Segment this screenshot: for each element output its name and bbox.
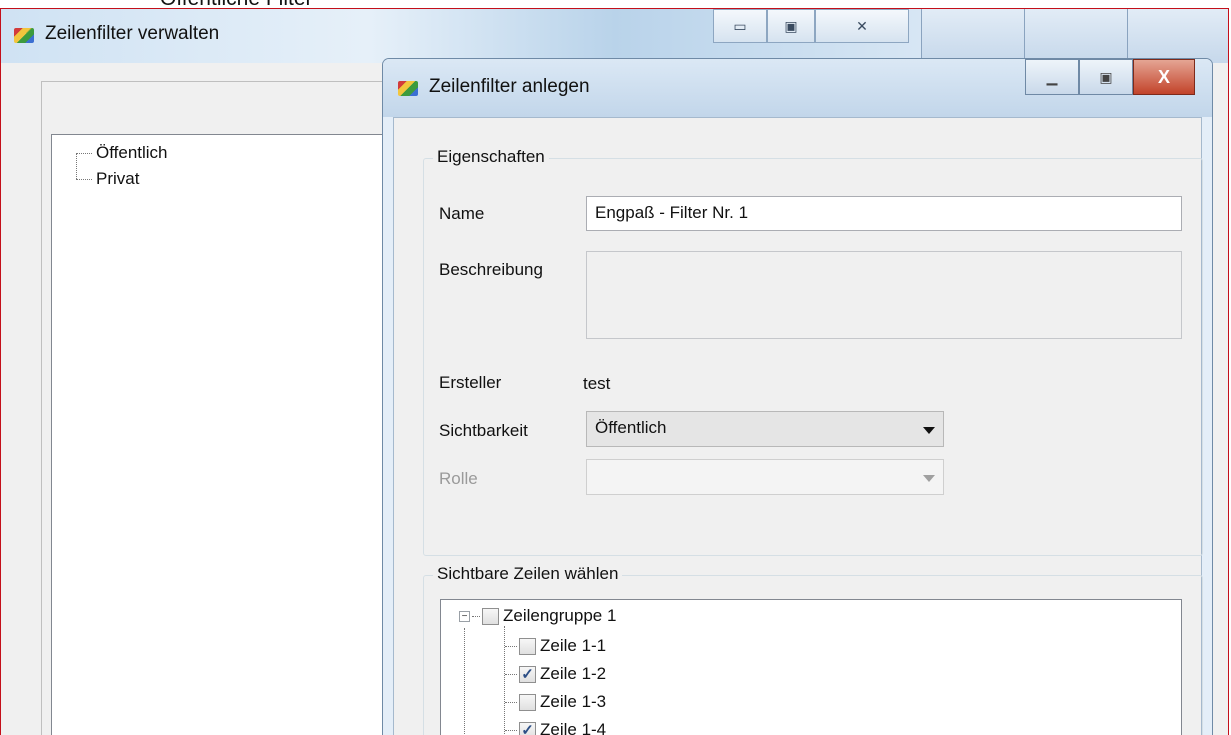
tree-row-1-1[interactable]: Zeile 1-1 <box>505 636 606 656</box>
filter-tree[interactable]: Öffentlich Privat <box>51 134 411 735</box>
checkbox-icon[interactable] <box>482 607 499 625</box>
visible-rows-tree[interactable]: − Zeilengruppe 1 Zeile 1-1 ✓ Zeile 1-2 Z… <box>440 599 1182 735</box>
back-minimize-button[interactable]: ▭ <box>713 9 767 43</box>
back-window-toolbar-area <box>921 9 1228 63</box>
dialog-minimize-button[interactable]: ▁ <box>1025 59 1079 95</box>
dialog-title: Zeilenfilter anlegen <box>429 76 590 97</box>
tree-connector <box>76 153 77 179</box>
minimize-icon: ▭ <box>733 17 747 34</box>
dialog-window-controls: ▁ ▣ X <box>1025 59 1195 95</box>
visibility-selected-value: Öffentlich <box>595 418 667 437</box>
name-label: Name <box>439 204 485 223</box>
close-icon: ✕ <box>856 17 868 34</box>
description-label: Beschreibung <box>439 260 543 279</box>
dialog-content: Eigenschaften Name Engpaß - Filter Nr. 1… <box>393 117 1203 735</box>
role-label: Rolle <box>439 469 478 488</box>
back-window-controls: ▭ ▣ ✕ <box>713 9 909 43</box>
checkbox-icon[interactable]: ✓ <box>519 721 536 735</box>
dialog-maximize-button[interactable]: ▣ <box>1079 59 1133 95</box>
tree-row-1-4[interactable]: ✓ Zeile 1-4 <box>505 720 606 735</box>
tree-row-label: Zeile 1-3 <box>540 692 607 711</box>
maximize-icon: ▣ <box>784 17 798 34</box>
minimize-icon: ▁ <box>1046 68 1058 85</box>
description-input[interactable] <box>586 251 1182 339</box>
tree-item-public[interactable]: Öffentlich <box>76 143 168 163</box>
maximize-icon: ▣ <box>1099 68 1113 85</box>
properties-group-label: Eigenschaften <box>433 147 549 167</box>
tree-row-1-3[interactable]: Zeile 1-3 <box>505 692 606 712</box>
checkbox-icon[interactable] <box>519 693 536 711</box>
tree-row-label: Zeile 1-1 <box>540 636 607 655</box>
checkbox-icon[interactable]: ✓ <box>519 665 536 683</box>
back-maximize-button[interactable]: ▣ <box>767 9 815 43</box>
tree-item-label: Privat <box>96 169 140 188</box>
tree-item-label: Öffentlich <box>96 143 168 162</box>
back-window-title: Zeilenfilter verwalten <box>45 23 220 44</box>
creator-label: Ersteller <box>439 373 502 392</box>
tree-row-label: Zeilengruppe 1 <box>503 606 617 625</box>
visibility-dropdown[interactable]: Öffentlich <box>586 411 944 447</box>
tree-connector <box>464 628 465 735</box>
tree-expander-icon[interactable]: − <box>459 610 470 622</box>
dialog-close-button[interactable]: X <box>1133 59 1195 95</box>
tree-row-label: Zeile 1-4 <box>540 720 607 735</box>
dropdown-arrow-icon <box>923 475 935 482</box>
role-dropdown[interactable] <box>586 459 944 495</box>
visible-rows-group-label: Sichtbare Zeilen wählen <box>433 564 623 584</box>
dropdown-arrow-icon <box>923 427 935 434</box>
checkbox-icon[interactable] <box>519 637 536 655</box>
creator-value: test <box>583 374 611 393</box>
tree-row-label: Zeile 1-2 <box>540 664 607 683</box>
name-input[interactable]: Engpaß - Filter Nr. 1 <box>586 196 1182 231</box>
tree-row-1-2[interactable]: ✓ Zeile 1-2 <box>505 664 606 684</box>
create-row-filter-dialog: Zeilenfilter anlegen ▁ ▣ X Eigenschaften… <box>382 58 1213 735</box>
tree-row-group-1[interactable]: − Zeilengruppe 1 <box>459 606 616 626</box>
app-icon <box>14 28 34 43</box>
app-icon <box>398 81 418 96</box>
back-close-button[interactable]: ✕ <box>815 9 909 43</box>
tree-item-private[interactable]: Privat <box>76 169 139 189</box>
visibility-label: Sichtbarkeit <box>439 421 528 440</box>
close-icon: X <box>1157 66 1170 87</box>
